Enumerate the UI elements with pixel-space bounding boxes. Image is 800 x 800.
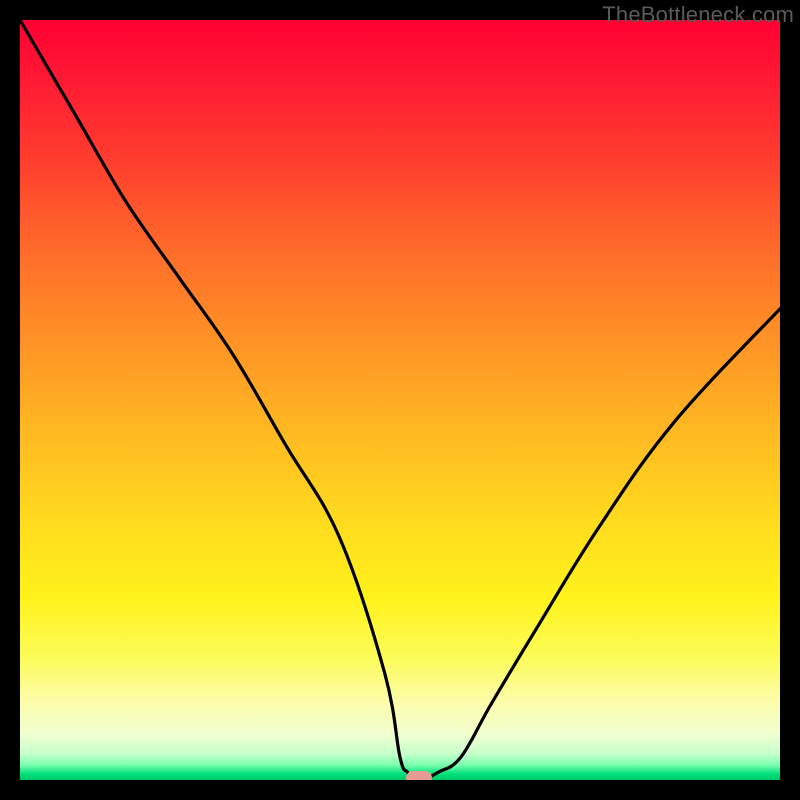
- bottleneck-curve: [20, 20, 780, 780]
- figure-root: TheBottleneck.com: [0, 0, 800, 800]
- watermark-text: TheBottleneck.com: [602, 2, 794, 28]
- optimal-marker: [406, 771, 432, 780]
- plot-area: [20, 20, 780, 780]
